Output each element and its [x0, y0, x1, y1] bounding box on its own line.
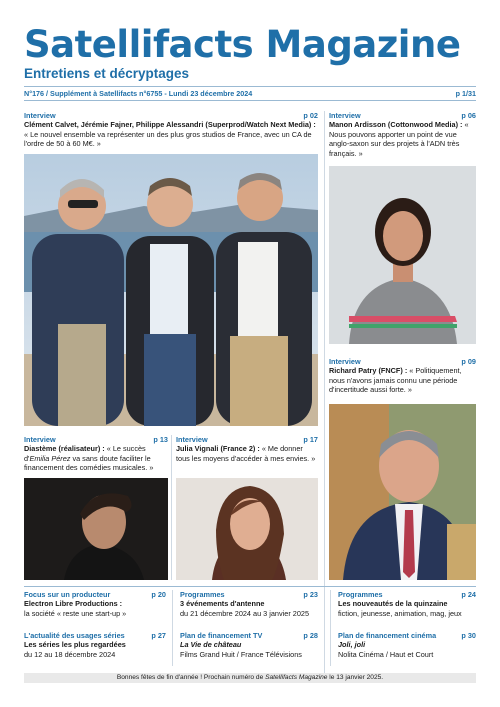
teaser-page: p 27	[151, 631, 166, 640]
teaser-text: Films Grand Huit / France Télévisions	[180, 649, 302, 659]
column-divider	[324, 111, 325, 681]
column-divider	[171, 435, 172, 580]
column-divider	[330, 590, 331, 666]
article-kicker: Interview	[329, 357, 361, 366]
article-kicker: Interview	[24, 111, 56, 120]
photo-manon-ardisson	[329, 166, 476, 344]
article-page: p 17	[303, 435, 318, 444]
teaser-kicker: Plan de financement cinéma	[338, 631, 437, 640]
teaser-title: La Vie de château	[180, 640, 242, 649]
teaser-kicker: L'actualité des usages séries	[24, 631, 125, 640]
teaser-programmes-new[interactable]: Programmes p 24 Les nouveautés de la quin…	[338, 590, 476, 618]
teaser-text: la société « reste une start-up »	[24, 608, 127, 618]
teaser-page: p 23	[303, 590, 318, 599]
teaser-title: Les séries les plus regardées	[24, 640, 126, 649]
magazine-name: Satellifacts Magazine	[265, 674, 328, 681]
issue-page: p 1/31	[455, 89, 476, 98]
article-patry[interactable]: Interview p 09 Richard Patry (FNCF) : « …	[329, 357, 476, 395]
article-page: p 02	[303, 111, 318, 120]
teaser-programmes-events[interactable]: Programmes p 23 3 événements d'antenne du…	[180, 590, 318, 618]
teaser-page: p 30	[461, 631, 476, 640]
article-ardisson[interactable]: Interview p 06 Manon Ardisson (Cottonwoo…	[329, 111, 476, 158]
photo-diasteme	[24, 478, 168, 580]
teaser-text: fiction, jeunesse, animation, mag, jeux	[338, 608, 462, 618]
magazine-title: Satellifacts Magazine	[24, 23, 461, 66]
teaser-kicker: Programmes	[338, 590, 383, 599]
masthead: Satellifacts Magazine Entretiens et décr…	[24, 24, 484, 82]
column-divider	[172, 590, 173, 666]
issue-rule	[24, 100, 476, 101]
teaser-title: Les nouveautés de la quinzaine	[338, 599, 448, 608]
bottom-rule	[24, 586, 476, 587]
issue-info: N°176 / Supplément à Satellifacts n°6755…	[24, 89, 253, 98]
teaser-page: p 20	[151, 590, 166, 599]
article-kicker: Interview	[176, 435, 208, 444]
teaser-text: du 12 au 18 décembre 2024	[24, 649, 116, 659]
teaser-kicker: Programmes	[180, 590, 225, 599]
article-names: Manon Ardisson (Cottonwood Media) :	[329, 120, 463, 129]
article-names: Clément Calvet, Jérémie Fajner, Philippe…	[24, 120, 316, 129]
teaser-text: Nolita Cinéma / Haut et Court	[338, 649, 434, 659]
article-names: Diastème (réalisateur) :	[24, 444, 105, 453]
footer-note: Bonnes fêtes de fin d'année ! Prochain n…	[24, 673, 476, 683]
teaser-page: p 24	[461, 590, 476, 599]
issue-line: N°176 / Supplément à Satellifacts n°6755…	[24, 89, 476, 98]
teaser-title: 3 événements d'antenne	[180, 599, 265, 608]
article-page: p 13	[153, 435, 168, 444]
teaser-kicker: Focus sur un producteur	[24, 590, 111, 599]
teaser-kicker: Plan de financement TV	[180, 631, 263, 640]
article-vignali[interactable]: Interview p 17 Julia Vignali (France 2) …	[176, 435, 318, 463]
teaser-page: p 28	[303, 631, 318, 640]
teaser-financement-cinema[interactable]: Plan de financement cinéma p 30 Joli, jol…	[338, 631, 476, 659]
teaser-producer[interactable]: Focus sur un producteur p 20 Electron Lib…	[24, 590, 166, 618]
photo-richard-patry	[329, 404, 476, 580]
article-superprod[interactable]: Interview p 02 Clément Calvet, Jérémie F…	[24, 111, 318, 149]
teaser-title: Joli, joli	[338, 640, 366, 649]
photo-julia-vignali	[176, 478, 318, 580]
article-kicker: Interview	[329, 111, 361, 120]
teaser-financement-tv[interactable]: Plan de financement TV p 28 La Vie de châ…	[180, 631, 318, 659]
article-page: p 06	[461, 111, 476, 120]
article-kicker: Interview	[24, 435, 56, 444]
teaser-title: Electron Libre Productions :	[24, 599, 123, 608]
teaser-text: du 21 décembre 2024 au 3 janvier 2025	[180, 608, 310, 618]
article-page: p 09	[461, 357, 476, 366]
teaser-usages[interactable]: L'actualité des usages séries p 27 Les sé…	[24, 631, 166, 659]
article-quote: « Le nouvel ensemble va représenter un d…	[24, 129, 312, 149]
photo-superprod-trio	[24, 154, 318, 426]
article-diasteme[interactable]: Interview p 13 Diastème (réalisateur) : …	[24, 435, 168, 473]
film-title: Emilia Pérez	[29, 453, 71, 463]
header-rule	[24, 86, 476, 87]
article-names: Richard Patry (FNCF) :	[329, 366, 408, 375]
magazine-subtitle: Entretiens et décryptages	[24, 66, 190, 81]
article-names: Julia Vignali (France 2) :	[176, 444, 260, 453]
